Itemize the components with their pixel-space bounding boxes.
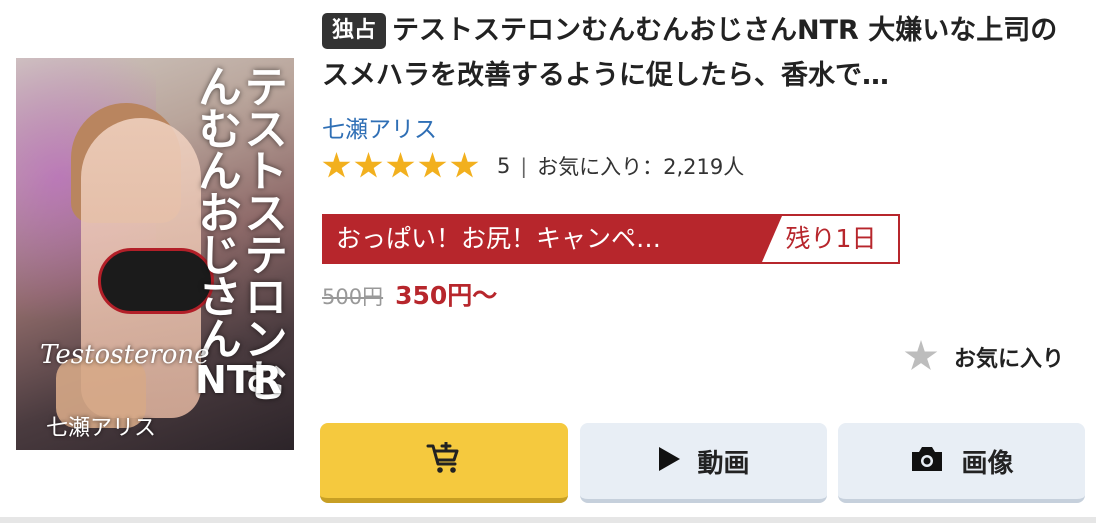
campaign-name[interactable]: おっぱい！お尻！キャンペ…	[324, 216, 782, 262]
rating-row: 5 | お気に入り：2,219人	[322, 150, 744, 182]
product-title[interactable]: 独占 テストステロンむんむんおじさんNTR 大嫌いな上司のスメハラを改善するように…	[322, 8, 1082, 98]
camera-icon	[909, 445, 945, 477]
sale-price: 350円〜	[395, 281, 498, 310]
add-favorite-button[interactable]: お気に入り	[904, 340, 1064, 373]
bottom-divider	[0, 517, 1096, 523]
movie-button-label: 動画	[697, 448, 750, 479]
rating-stars	[322, 152, 479, 180]
original-price: 500円	[322, 285, 384, 309]
rating-value: 5	[497, 154, 511, 178]
star-icon	[904, 340, 938, 371]
star-icon	[418, 152, 447, 178]
star-icon	[386, 152, 415, 178]
product-cover-image[interactable]: テストステロンむんむんおじさん Testosterone NTR 七瀬アリス	[16, 58, 294, 450]
image-button[interactable]: 画像	[838, 423, 1085, 503]
cover-title-ntr: NTR	[195, 358, 282, 402]
campaign-banner[interactable]: おっぱい！お尻！キャンペ… 残り1日	[322, 214, 900, 264]
star-icon	[354, 152, 383, 178]
cover-title-latin: Testosterone	[40, 340, 210, 370]
product-title-text[interactable]: テストステロンむんむんおじさんNTR 大嫌いな上司のスメハラを改善するように促し…	[322, 15, 1057, 91]
add-favorite-label: お気に入り	[954, 346, 1065, 372]
actress-link[interactable]: 七瀬アリス	[322, 110, 437, 144]
cart-plus-icon	[426, 440, 462, 480]
rating-separator: |	[520, 154, 528, 178]
image-button-label: 画像	[961, 448, 1014, 479]
campaign-remaining: 残り1日	[785, 224, 877, 253]
movie-button[interactable]: 動画	[580, 423, 827, 503]
product-card: テストステロンむんむんおじさん Testosterone NTR 七瀬アリス 独…	[0, 0, 1096, 523]
cover-cast-name: 七瀬アリス	[46, 416, 157, 441]
star-icon	[322, 152, 351, 178]
add-to-cart-button[interactable]	[320, 423, 568, 503]
star-icon	[450, 152, 479, 178]
play-icon	[657, 446, 681, 476]
favorites-count: お気に入り：2,219人	[537, 155, 745, 179]
price-row: 500円 350円〜	[322, 276, 497, 312]
exclusive-badge: 独占	[322, 13, 387, 49]
